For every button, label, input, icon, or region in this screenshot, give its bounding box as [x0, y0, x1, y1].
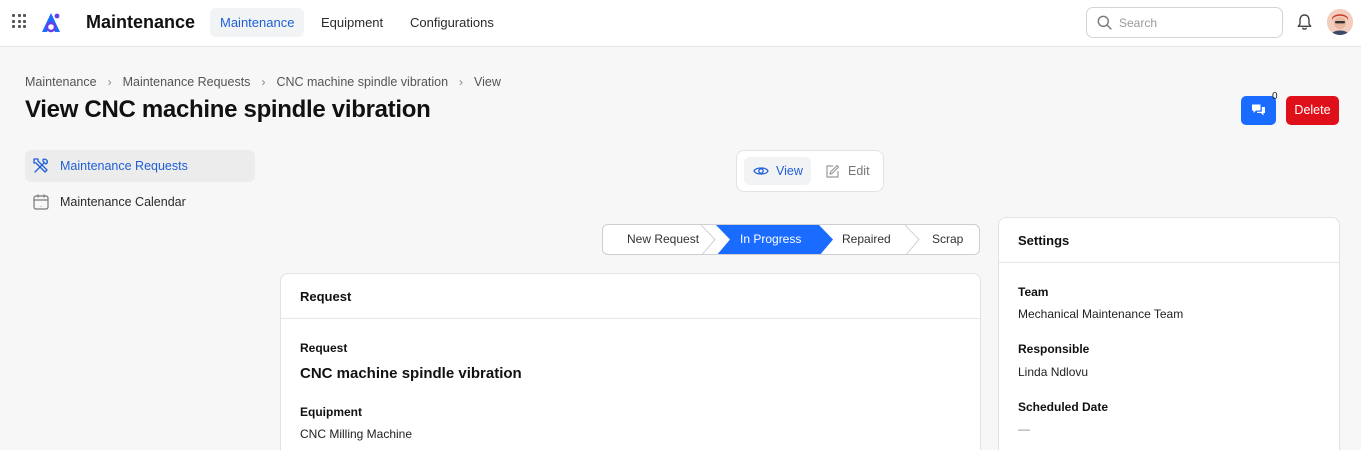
top-bar: Maintenance Maintenance Equipment Config… — [0, 0, 1361, 47]
apps-grid-icon[interactable] — [12, 14, 28, 30]
request-card: Request Request CNC machine spindle vibr… — [280, 273, 981, 450]
scheduled-date-value: — — [1018, 422, 1030, 436]
search-input[interactable] — [1119, 14, 1274, 32]
chevron-right-icon: › — [107, 75, 112, 89]
sidebar-item-maintenance-calendar[interactable]: .. Maintenance Calendar — [25, 186, 255, 218]
eye-icon — [753, 167, 769, 175]
edit-mode-button[interactable]: Edit — [816, 157, 878, 185]
breadcrumb-maintenance-requests[interactable]: Maintenance Requests — [123, 75, 251, 89]
edit-pencil-icon — [826, 164, 840, 178]
nav-equipment[interactable]: Equipment — [311, 8, 393, 37]
comments-icon — [1252, 104, 1265, 116]
breadcrumb-maintenance[interactable]: Maintenance — [25, 75, 97, 89]
edit-label: Edit — [848, 164, 870, 178]
user-avatar[interactable] — [1327, 9, 1353, 35]
svg-text:..: .. — [39, 203, 43, 209]
comments-button[interactable] — [1241, 96, 1276, 125]
scheduled-date-label: Scheduled Date — [1018, 400, 1109, 414]
chevron-right-icon: › — [261, 75, 266, 89]
request-card-title: Request — [281, 274, 980, 319]
nav-maintenance[interactable]: Maintenance — [210, 8, 305, 37]
breadcrumb-request[interactable]: CNC machine spindle vibration — [276, 75, 448, 89]
notification-bell-icon[interactable] — [1296, 13, 1313, 31]
equipment-value[interactable]: CNC Milling Machine — [300, 427, 412, 441]
request-label: Request — [300, 341, 348, 355]
stage-in-progress[interactable]: In Progress — [740, 225, 801, 254]
settings-card: Settings Team Mechanical Maintenance Tea… — [998, 217, 1340, 450]
stage-scrap[interactable]: Scrap — [932, 225, 963, 254]
app-title: Maintenance — [86, 12, 196, 32]
team-value[interactable]: Mechanical Maintenance Team — [1018, 307, 1183, 321]
chevron-right-icon: › — [459, 75, 464, 89]
responsible-label: Responsible — [1018, 342, 1090, 356]
calendar-icon: .. — [33, 194, 49, 210]
team-label: Team — [1018, 285, 1049, 299]
sidebar-item-label: Maintenance Calendar — [60, 195, 186, 209]
breadcrumb: Maintenance › Maintenance Requests › CNC… — [25, 75, 501, 89]
sidebar-item-maintenance-requests[interactable]: Maintenance Requests — [25, 150, 255, 182]
view-mode-button[interactable]: View — [744, 157, 811, 185]
stage-new-request[interactable]: New Request — [627, 225, 699, 254]
search-box[interactable] — [1086, 7, 1283, 38]
search-icon — [1097, 15, 1112, 30]
settings-card-title: Settings — [999, 218, 1339, 263]
sidebar-item-label: Maintenance Requests — [60, 159, 188, 173]
stage-repaired[interactable]: Repaired — [842, 225, 891, 254]
request-value: CNC machine spindle vibration — [300, 365, 522, 382]
nav-configurations[interactable]: Configurations — [400, 8, 504, 37]
delete-button[interactable]: Delete — [1286, 96, 1339, 125]
mode-toggle: View Edit — [736, 150, 884, 192]
equipment-label: Equipment — [300, 405, 362, 419]
status-pipeline: New Request In Progress Repaired Scrap — [602, 224, 980, 255]
responsible-value[interactable]: Linda Ndlovu — [1018, 365, 1088, 379]
breadcrumb-current: View — [474, 75, 501, 89]
page-title: View CNC machine spindle vibration — [25, 96, 431, 123]
comments-count-badge: 0 — [1272, 91, 1278, 102]
tools-icon — [33, 158, 48, 173]
view-label: View — [776, 164, 803, 178]
app-logo-icon[interactable] — [38, 10, 64, 36]
